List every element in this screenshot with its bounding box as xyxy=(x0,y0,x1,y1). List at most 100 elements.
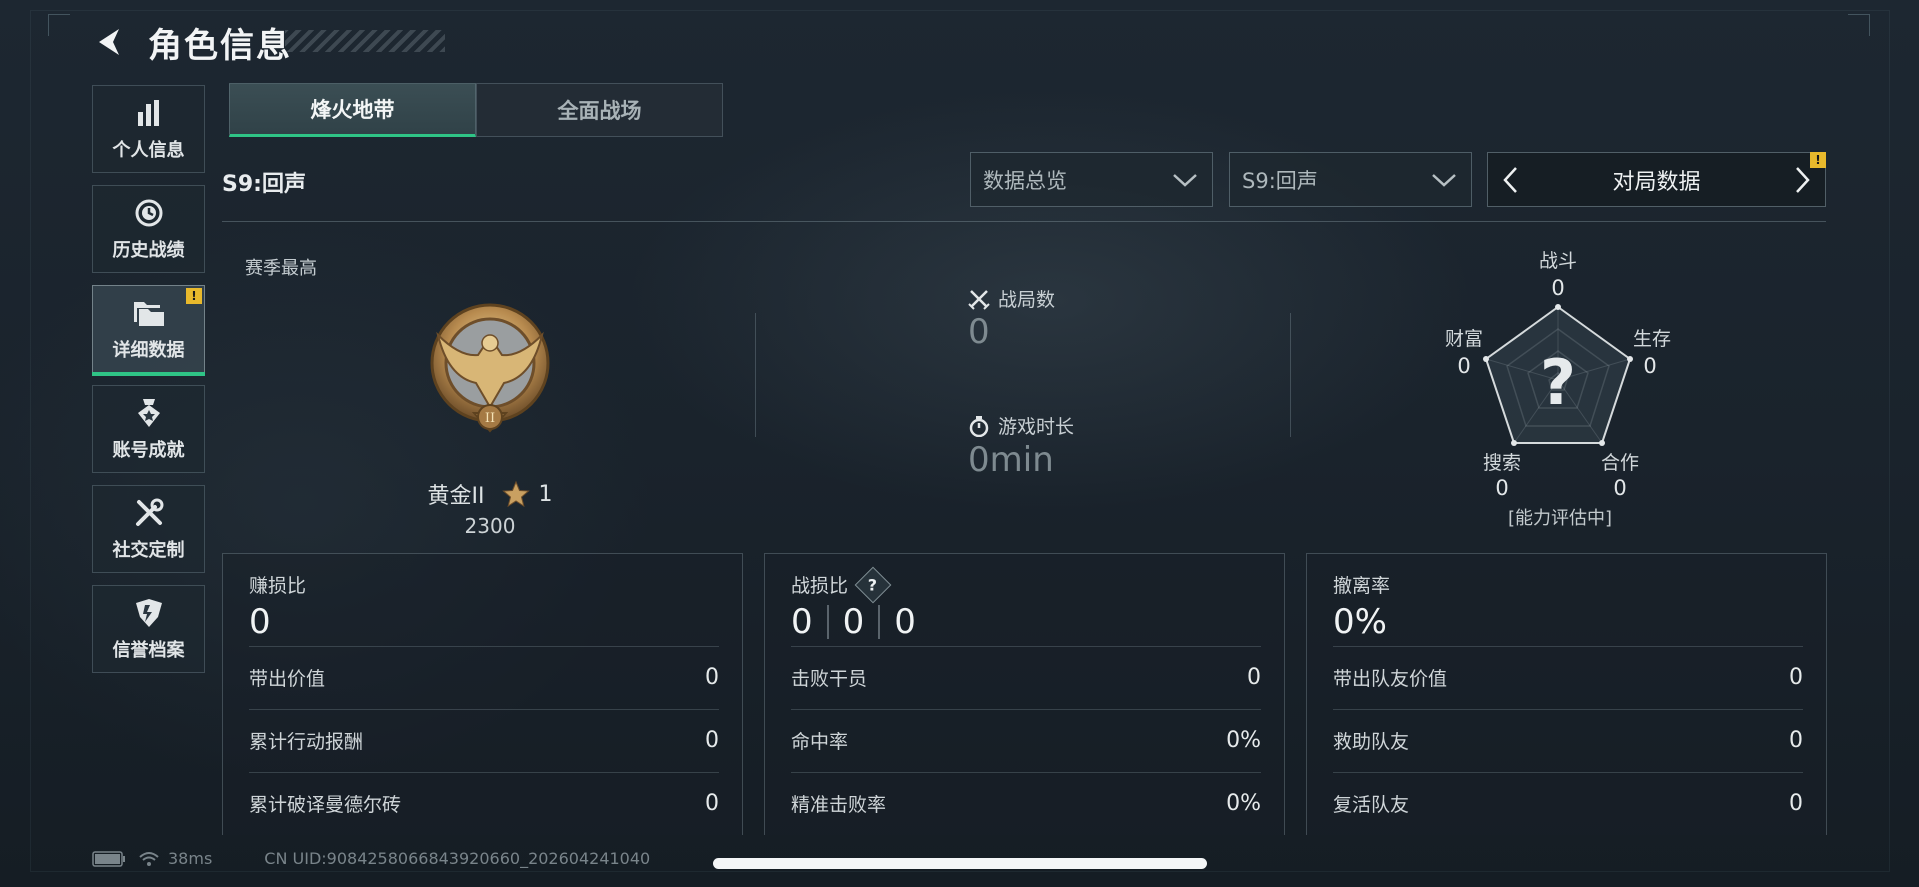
stat-label: 精准击败率 xyxy=(791,794,887,816)
panel-value: 0 xyxy=(249,602,271,642)
radar-axis-label: 生存 xyxy=(1632,328,1671,350)
radar-axis-value: 0 xyxy=(1613,476,1627,500)
season-dropdown[interactable]: S9:回声 xyxy=(1229,152,1472,207)
kill-death-panel: 战损比 ? 0 0 0 击败干员 0 命中率 0% 精准击败率 0% xyxy=(764,553,1285,835)
radar-axis-value: 0 xyxy=(1643,354,1657,378)
sidebar-item-achievements[interactable]: 账号成就 xyxy=(92,385,205,473)
tab-full-battlefield[interactable]: 全面战场 xyxy=(476,83,723,137)
radar-status: [能力评估中] xyxy=(1507,508,1613,529)
chevron-right-icon xyxy=(1796,167,1810,193)
chevron-left-icon xyxy=(1503,167,1517,193)
pager-prev-button[interactable] xyxy=(1496,163,1526,197)
chevron-down-icon xyxy=(1173,174,1197,187)
divider xyxy=(222,221,1826,222)
stat-row: 累计行动报酬 0 xyxy=(249,709,719,771)
divider xyxy=(755,313,756,437)
sidebar-item-label: 信誉档案 xyxy=(112,640,185,661)
overview-dropdown[interactable]: 数据总览 xyxy=(970,152,1213,207)
emblem-numeral: II xyxy=(485,411,495,426)
radar-axis-value: 0 xyxy=(1551,276,1565,300)
panel-title: 赚损比 xyxy=(249,575,307,597)
matches-label: 战局数 xyxy=(968,285,1055,312)
stat-label: 击败干员 xyxy=(791,668,868,690)
status-footer: 38ms CN UID:9084258066843920660_20260424… xyxy=(92,849,650,868)
crossed-swords-icon xyxy=(968,288,990,310)
stat-label: 带出价值 xyxy=(249,668,326,690)
rank-row: 黄金II 1 xyxy=(420,478,560,510)
sidebar-item-label: 详细数据 xyxy=(112,340,185,361)
corner-mark xyxy=(1848,14,1870,36)
season-label: S9:回声 xyxy=(222,172,306,197)
stat-label: 命中率 xyxy=(791,731,849,753)
stat-row: 命中率 0% xyxy=(791,709,1261,771)
bar-chart-icon xyxy=(132,96,166,130)
stat-value: 0% xyxy=(1226,791,1261,816)
stat-label: 复活队友 xyxy=(1333,794,1410,816)
mode-tabs: 烽火地带 全面战场 xyxy=(229,83,723,137)
radar-center-glyph: ? xyxy=(1540,346,1576,419)
radar-axis-label: 搜索 xyxy=(1482,452,1521,474)
divider xyxy=(1290,313,1291,437)
chevron-down-icon xyxy=(1432,174,1456,187)
help-button[interactable]: ? xyxy=(854,566,892,603)
sidebar-item-label: 社交定制 xyxy=(112,540,185,561)
page-title: 角色信息 xyxy=(148,26,292,66)
ping-value: 38ms xyxy=(168,849,213,868)
sidebar-item-label: 历史战绩 xyxy=(112,240,185,261)
star-icon xyxy=(502,480,531,508)
wifi-icon xyxy=(139,851,159,866)
stat-row: 带出队友价值 0 xyxy=(1333,646,1803,708)
matches-value: 0 xyxy=(968,312,990,352)
profit-loss-panel: 赚损比 0 带出价值 0 累计行动报酬 0 累计破译曼德尔砖 0 xyxy=(222,553,743,835)
back-arrow-icon xyxy=(99,29,119,55)
tab-hazard-zone[interactable]: 烽火地带 xyxy=(229,83,476,137)
corner-mark xyxy=(48,14,70,36)
panel-title-text: 战损比 xyxy=(791,575,849,597)
panel-value: 0% xyxy=(1333,602,1387,642)
stat-label: 救助队友 xyxy=(1333,731,1410,753)
sidebar-item-label: 个人信息 xyxy=(112,140,185,161)
stat-label: 带出队友价值 xyxy=(1333,668,1448,690)
sidebar-item-personal-info[interactable]: 个人信息 xyxy=(92,85,205,173)
panel-title: 战损比 ? xyxy=(791,566,892,603)
kd-value: 0 xyxy=(791,602,813,642)
playtime-value: 0min xyxy=(968,440,1054,480)
medal-icon xyxy=(132,396,166,430)
kd-values: 0 0 0 xyxy=(791,602,916,642)
battery-icon xyxy=(92,850,125,867)
stat-value: 0 xyxy=(1789,665,1803,690)
playtime-label-text: 游戏时长 xyxy=(998,416,1075,438)
stat-row: 击败干员 0 xyxy=(791,646,1261,708)
radar-axis-label: 财富 xyxy=(1444,328,1483,350)
sidebar-item-history[interactable]: 历史战绩 xyxy=(92,185,205,273)
season-best-label: 赛季最高 xyxy=(245,258,317,279)
uid-text: CN UID:9084258066843920660_202604241040 xyxy=(264,849,651,868)
sidebar: 个人信息 历史战绩 ! 详细数据 账号成就 社交定制 信誉档案 xyxy=(92,85,205,685)
data-type-pager: 对局数据 ! xyxy=(1487,152,1826,207)
playtime-label: 游戏时长 xyxy=(968,412,1074,439)
stopwatch-icon xyxy=(968,415,990,437)
ability-radar: ? 战斗 0 生存 0 合作 0 搜索 0 财富 0 xyxy=(1440,240,1680,530)
divider xyxy=(878,605,881,639)
pager-label: 对局数据 xyxy=(1612,169,1701,195)
rank-emblem: II xyxy=(420,295,560,445)
stat-label: 累计行动报酬 xyxy=(249,731,364,753)
stat-value: 0 xyxy=(1247,665,1261,690)
divider xyxy=(826,605,829,639)
stat-label: 累计破译曼德尔砖 xyxy=(249,794,402,816)
stat-row: 救助队友 0 xyxy=(1333,709,1803,771)
stat-row: 复活队友 0 xyxy=(1333,772,1803,834)
sidebar-item-detailed-data[interactable]: ! 详细数据 xyxy=(92,285,205,376)
radar-axis-value: 0 xyxy=(1495,476,1509,500)
clock-history-icon xyxy=(132,196,166,230)
stat-value: 0% xyxy=(1226,728,1261,753)
stat-value: 0 xyxy=(705,791,719,816)
back-button[interactable] xyxy=(92,24,128,60)
sidebar-item-social-custom[interactable]: 社交定制 xyxy=(92,485,205,573)
home-indicator[interactable] xyxy=(713,858,1207,869)
matches-label-text: 战局数 xyxy=(998,289,1056,311)
stat-row: 带出价值 0 xyxy=(249,646,719,708)
sidebar-item-reputation[interactable]: 信誉档案 xyxy=(92,585,205,673)
pager-next-button[interactable] xyxy=(1787,163,1817,197)
rank-points: 2300 xyxy=(464,514,516,538)
